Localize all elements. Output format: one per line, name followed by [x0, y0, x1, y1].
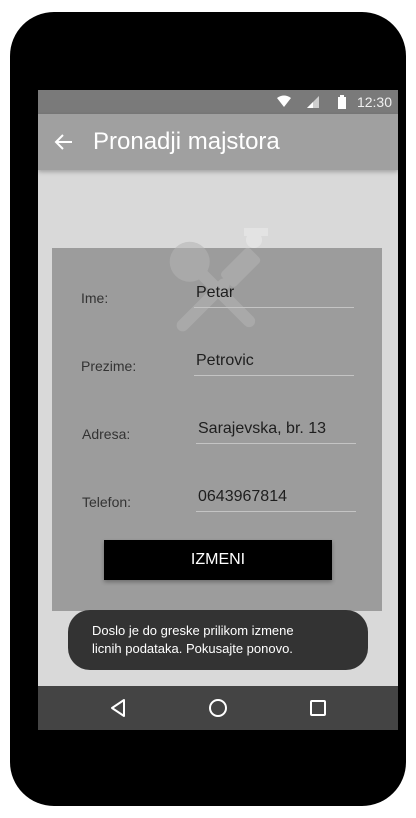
toast-line-1: Doslo je do greske prilikom izmene [92, 623, 294, 638]
page-title: Pronadji majstora [93, 128, 280, 155]
app-bar: Pronadji majstora [38, 114, 398, 170]
nav-home-icon[interactable] [206, 696, 230, 720]
screen: 12:30 Pronadji majstora Ime: Petar Prezi… [38, 90, 398, 730]
label-ime: Ime: [81, 290, 109, 306]
status-bar: 12:30 [38, 90, 398, 114]
label-prezime: Prezime: [81, 358, 137, 374]
ime-input[interactable] [194, 280, 354, 306]
nav-bar [38, 686, 398, 730]
toast-line-2: licnih podataka. Pokusajte ponovo. [92, 641, 293, 656]
prezime-field [194, 348, 354, 376]
nav-back-icon[interactable] [106, 696, 130, 720]
adresa-field [196, 416, 356, 444]
status-time: 12:30 [356, 94, 392, 110]
wifi-icon [277, 95, 291, 107]
adresa-input[interactable] [196, 416, 356, 442]
label-telefon: Telefon: [82, 494, 132, 510]
telefon-field [196, 484, 356, 512]
telefon-input[interactable] [196, 484, 356, 510]
phone-frame: 12:30 Pronadji majstora Ime: Petar Prezi… [10, 12, 406, 806]
label-adresa: Adresa: [82, 426, 131, 442]
signal-icon [307, 96, 319, 108]
battery-icon [338, 95, 346, 109]
prezime-input[interactable] [194, 348, 354, 374]
izmeni-button[interactable]: IZMENI [104, 540, 332, 580]
ime-field [194, 280, 354, 308]
arrow-left-icon[interactable] [52, 130, 76, 154]
nav-recent-icon[interactable] [306, 696, 330, 720]
error-toast: Doslo je do greske prilikom izmene licni… [68, 610, 368, 670]
